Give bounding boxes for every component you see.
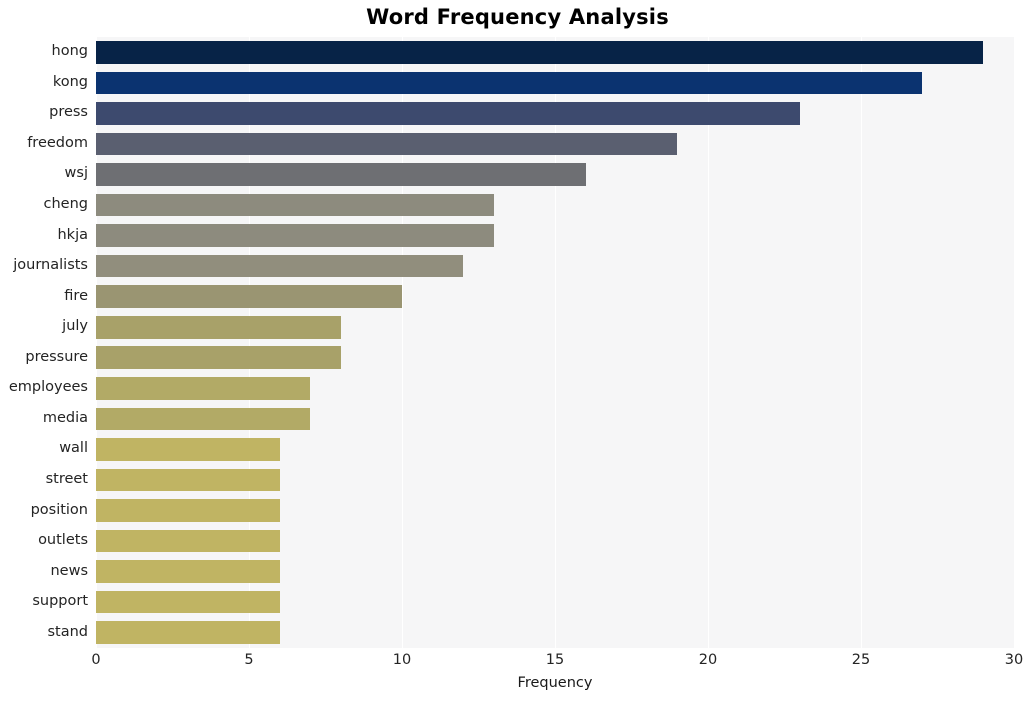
bar-kong[interactable] <box>96 71 923 95</box>
y-tick-label-journalists: journalists <box>13 257 88 274</box>
bar-row <box>96 377 1014 400</box>
bar-hkja[interactable] <box>96 224 494 247</box>
bar-cheng[interactable] <box>96 193 494 217</box>
bar-july[interactable] <box>96 315 341 339</box>
y-tick-label-wsj: wsj <box>64 165 88 182</box>
bar-row <box>96 193 1014 217</box>
bar-stand[interactable] <box>96 621 280 644</box>
y-tick-label-news: news <box>50 562 88 579</box>
bar-wsj[interactable] <box>96 163 586 186</box>
chart-figure: Word Frequency Analysis hong kong press fre… <box>0 0 1035 701</box>
bar-row <box>96 438 1014 461</box>
bar-row <box>96 254 1014 278</box>
y-tick-label-wall: wall <box>59 440 88 457</box>
bar-street[interactable] <box>96 468 280 492</box>
bar-media[interactable] <box>96 407 311 431</box>
y-tick-label-cheng: cheng <box>43 196 88 213</box>
bar-row <box>96 40 1014 64</box>
bar-press[interactable] <box>96 102 800 125</box>
y-tick-label-employees: employees <box>8 379 88 396</box>
bar-pressure[interactable] <box>96 346 341 370</box>
y-tick-label-freedom: freedom <box>27 134 88 151</box>
gridline-x-30 <box>1014 37 1016 648</box>
bar-freedom[interactable] <box>96 132 678 156</box>
bar-row <box>96 346 1014 370</box>
y-tick-label-july: july <box>62 318 88 335</box>
y-axis-tick-labels: hong kong press freedom wsj cheng hkja journali… <box>0 37 88 648</box>
y-tick-label-pressure: pressure <box>25 348 88 365</box>
x-tick-label-10: 10 <box>392 652 412 668</box>
y-tick-label-press: press <box>49 104 88 121</box>
y-tick-label-media: media <box>42 409 88 426</box>
x-tick-label-25: 25 <box>851 652 871 668</box>
y-tick-label-stand: stand <box>47 623 88 640</box>
y-tick-label-position: position <box>30 501 88 518</box>
bar-outlets[interactable] <box>96 529 280 553</box>
bar-news[interactable] <box>96 560 280 583</box>
y-tick-label-street: street <box>45 470 88 487</box>
bar-journalists[interactable] <box>96 254 464 278</box>
bar-row <box>96 499 1014 522</box>
bar-row <box>96 71 1014 95</box>
chart-title: Word Frequency Analysis <box>366 5 669 29</box>
y-tick-label-outlets: outlets <box>38 532 88 549</box>
bar-row <box>96 285 1014 308</box>
bar-row <box>96 102 1014 125</box>
bar-row <box>96 407 1014 431</box>
bar-fire[interactable] <box>96 285 402 308</box>
y-tick-label-hong: hong <box>51 43 88 60</box>
x-axis-label: Frequency <box>517 675 593 691</box>
x-tick-label-5: 5 <box>244 652 254 668</box>
bar-row <box>96 224 1014 247</box>
bar-position[interactable] <box>96 499 280 522</box>
y-tick-label-hkja: hkja <box>57 226 88 243</box>
bar-row <box>96 132 1014 156</box>
bar-row <box>96 163 1014 186</box>
bar-employees[interactable] <box>96 377 311 400</box>
bar-hong[interactable] <box>96 40 984 64</box>
x-tick-label-15: 15 <box>545 652 565 668</box>
y-tick-label-fire: fire <box>64 287 88 304</box>
bars-container <box>96 37 1014 648</box>
bar-wall[interactable] <box>96 438 280 461</box>
bar-row <box>96 621 1014 644</box>
x-tick-label-30: 30 <box>1004 652 1024 668</box>
bar-support[interactable] <box>96 590 280 614</box>
bar-row <box>96 529 1014 553</box>
x-tick-label-20: 20 <box>698 652 718 668</box>
bar-row <box>96 590 1014 614</box>
bar-row <box>96 315 1014 339</box>
x-tick-label-0: 0 <box>91 652 101 668</box>
y-tick-label-kong: kong <box>52 73 88 90</box>
bar-row <box>96 468 1014 492</box>
bar-row <box>96 560 1014 583</box>
y-tick-label-support: support <box>32 593 88 610</box>
plot-area <box>96 37 1016 648</box>
